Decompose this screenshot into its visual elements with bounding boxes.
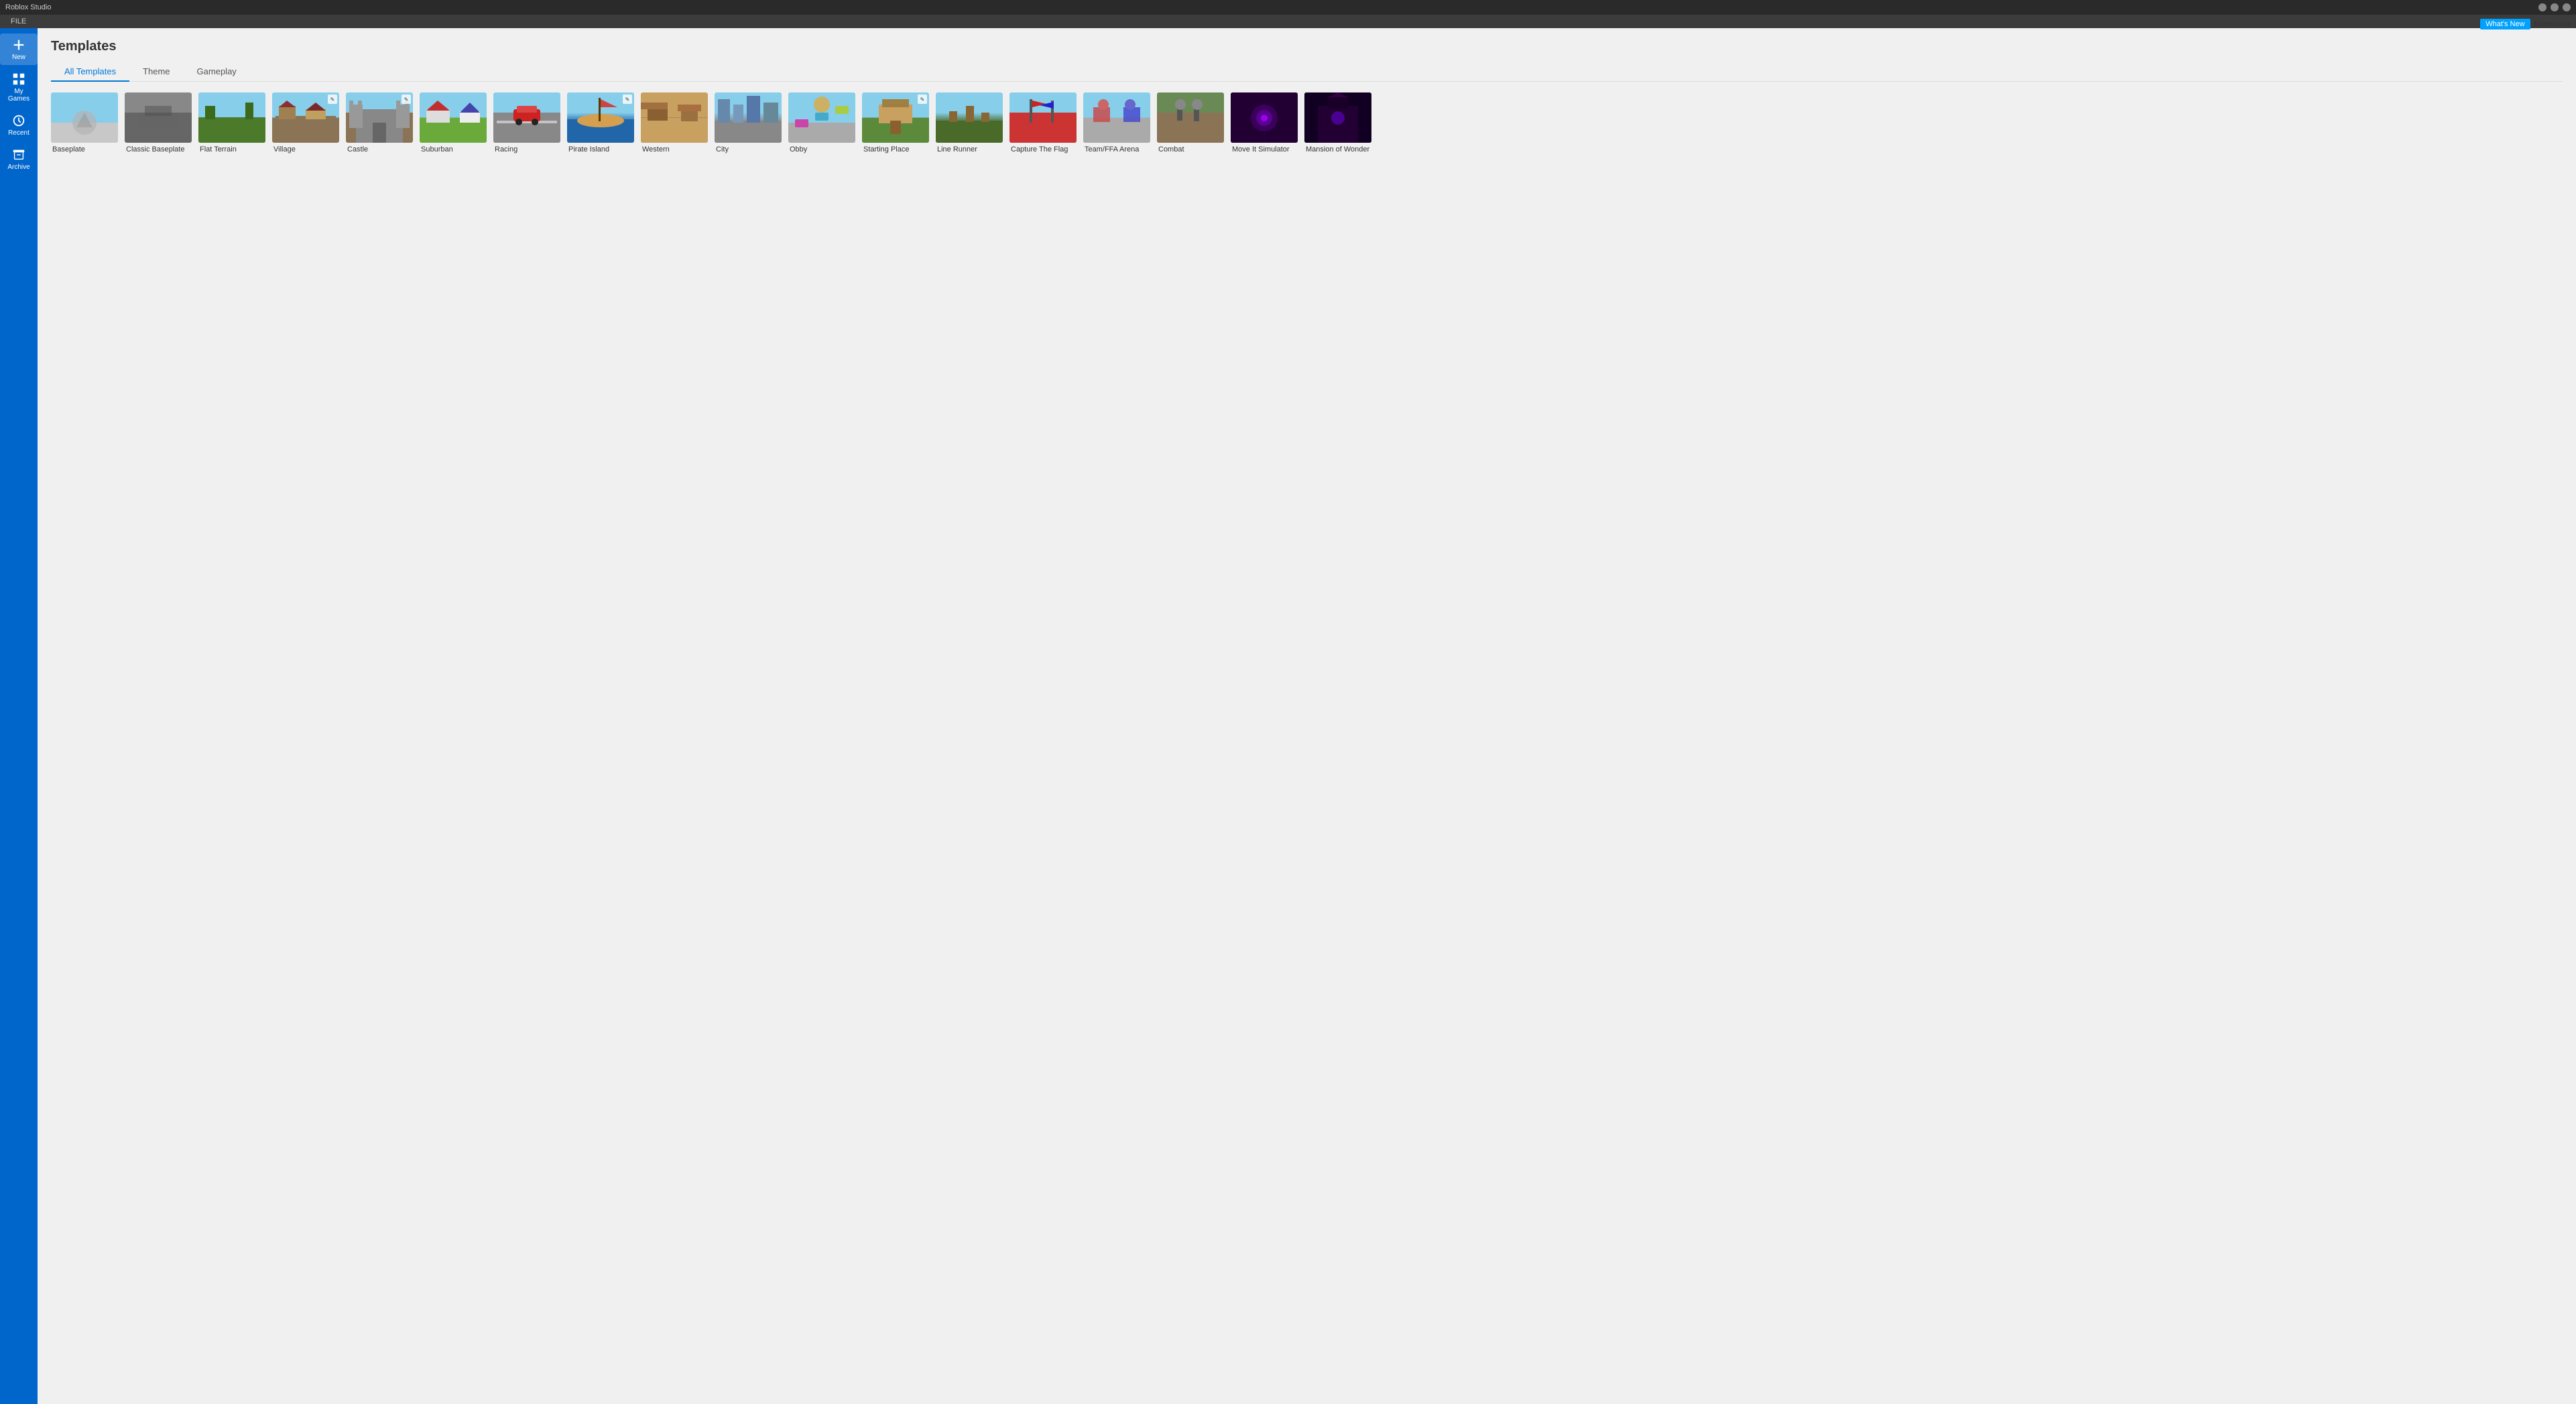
edit-icon: ✎	[402, 94, 411, 104]
template-name-classic-baseplate: Classic Baseplate	[125, 145, 192, 154]
template-name-flat-terrain: Flat Terrain	[198, 145, 265, 154]
template-card-castle[interactable]: ✎ Castle	[346, 92, 413, 154]
close-button[interactable]	[2563, 3, 2571, 11]
template-name-move-it: Move It Simulator	[1231, 145, 1298, 154]
sidebar-new-label: New	[12, 54, 25, 61]
template-name-city: City	[715, 145, 782, 154]
template-name-mansion: Mansion of Wonder	[1304, 145, 1371, 154]
minimize-button[interactable]	[2538, 3, 2547, 11]
template-card-suburban[interactable]: Suburban	[420, 92, 487, 154]
app-title: Roblox Studio	[5, 3, 52, 11]
titlebar-controls	[2538, 3, 2571, 11]
menubar: FILE	[0, 15, 2576, 28]
template-card-capture-flag[interactable]: Capture The Flag	[1009, 92, 1077, 154]
sidebar-recent-label: Recent	[8, 129, 29, 137]
template-card-classic-baseplate[interactable]: Classic Baseplate	[125, 92, 192, 154]
main-layout: New My Games Recent Archive	[0, 28, 2576, 1404]
template-name-castle: Castle	[346, 145, 413, 154]
template-name-line-runner: Line Runner	[936, 145, 1003, 154]
whats-new-button[interactable]: What's New	[2480, 19, 2530, 29]
username-label: koderobIox	[2534, 20, 2571, 28]
template-card-team-ffa[interactable]: Team/FFA Arena	[1083, 92, 1150, 154]
tabs-bar: All Templates Theme Gameplay	[51, 62, 2563, 82]
template-name-suburban: Suburban	[420, 145, 487, 154]
grid-icon	[11, 72, 26, 86]
sidebar-item-my-games[interactable]: My Games	[0, 68, 38, 107]
template-card-western[interactable]: Western	[641, 92, 708, 154]
page-title: Templates	[51, 39, 2563, 54]
template-card-city[interactable]: City	[715, 92, 782, 154]
template-name-western: Western	[641, 145, 708, 154]
sidebar-my-games-label: My Games	[3, 88, 35, 103]
template-name-baseplate: Baseplate	[51, 145, 118, 154]
template-card-mansion[interactable]: Mansion of Wonder	[1304, 92, 1371, 154]
template-name-combat: Combat	[1157, 145, 1224, 154]
clock-icon	[11, 113, 26, 128]
edit-icon: ✎	[623, 94, 632, 104]
template-name-capture-flag: Capture The Flag	[1009, 145, 1077, 154]
plus-icon	[11, 38, 26, 52]
topright-area: What's New koderobIox	[2480, 19, 2571, 29]
template-card-racing[interactable]: Racing	[493, 92, 560, 154]
file-menu[interactable]: FILE	[5, 17, 32, 25]
edit-icon: ✎	[328, 94, 337, 104]
template-card-starting-place[interactable]: ✎ Starting Place	[862, 92, 929, 154]
template-card-line-runner[interactable]: Line Runner	[936, 92, 1003, 154]
edit-icon: ✎	[918, 94, 927, 104]
maximize-button[interactable]	[2551, 3, 2559, 11]
template-card-flat-terrain[interactable]: Flat Terrain	[198, 92, 265, 154]
template-card-combat[interactable]: Combat	[1157, 92, 1224, 154]
sidebar-item-new[interactable]: New	[0, 34, 38, 65]
tab-gameplay[interactable]: Gameplay	[184, 62, 250, 82]
archive-icon	[11, 147, 26, 162]
template-name-starting-place: Starting Place	[862, 145, 929, 154]
template-name-team-ffa: Team/FFA Arena	[1083, 145, 1150, 154]
template-card-baseplate[interactable]: Baseplate	[51, 92, 118, 154]
sidebar-item-recent[interactable]: Recent	[0, 109, 38, 141]
template-name-racing: Racing	[493, 145, 560, 154]
template-card-pirate-island[interactable]: ✎ Pirate Island	[567, 92, 634, 154]
template-name-pirate-island: Pirate Island	[567, 145, 634, 154]
titlebar: Roblox Studio	[0, 0, 2576, 15]
tab-all-templates[interactable]: All Templates	[51, 62, 129, 82]
content-area: Templates All Templates Theme Gameplay B…	[38, 28, 2576, 1404]
tab-theme[interactable]: Theme	[129, 62, 183, 82]
template-card-village[interactable]: ✎ Village	[272, 92, 339, 154]
template-name-village: Village	[272, 145, 339, 154]
template-grid: Baseplate Classic Baseplate Flat Terrain ✎ V…	[51, 92, 2563, 154]
sidebar-item-archive[interactable]: Archive	[0, 143, 38, 175]
sidebar: New My Games Recent Archive	[0, 28, 38, 1404]
template-name-obby: Obby	[788, 145, 855, 154]
sidebar-archive-label: Archive	[7, 164, 29, 171]
template-card-obby[interactable]: Obby	[788, 92, 855, 154]
template-card-move-it[interactable]: Move It Simulator	[1231, 92, 1298, 154]
